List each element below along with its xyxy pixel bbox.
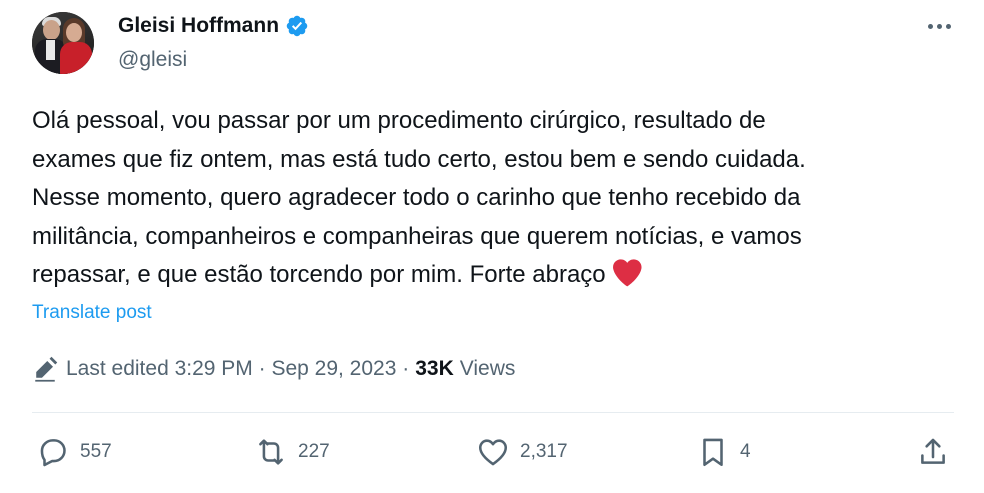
edit-history-row[interactable]: Last edited 3:29 PM · Sep 29, 2023 · 33K… xyxy=(32,356,515,382)
repost-icon xyxy=(259,439,283,465)
red-heart-emoji-icon xyxy=(612,259,642,287)
bookmark-button[interactable]: 4 xyxy=(696,430,751,474)
share-icon xyxy=(921,438,945,464)
bookmark-count: 4 xyxy=(740,441,751,462)
tweet-card: Gleisi Hoffmann @gleisi Olá pessoal, vou… xyxy=(0,0,984,493)
views-count: 33K xyxy=(415,357,454,380)
like-count: 2,317 xyxy=(520,441,568,462)
translate-post-link[interactable]: Translate post xyxy=(32,302,152,324)
reply-button[interactable]: 557 xyxy=(36,430,112,474)
divider xyxy=(32,412,954,413)
author-name[interactable]: Gleisi Hoffmann xyxy=(118,14,279,38)
views-label: Views xyxy=(459,357,516,380)
verified-badge-icon xyxy=(286,15,308,37)
avatar[interactable] xyxy=(32,12,94,74)
post-text-last-line: repassar, e que estão torcendo por mim. … xyxy=(32,256,962,295)
repost-count: 227 xyxy=(298,441,330,462)
post-text-line: repassar, e que estão torcendo por mim. … xyxy=(32,261,606,288)
post-text-line: militância, companheiros e companheiras … xyxy=(32,222,802,250)
edited-timestamp: Last edited 3:29 PM · Sep 29, 2023 · xyxy=(66,357,410,380)
author-name-row[interactable]: Gleisi Hoffmann xyxy=(118,14,309,38)
share-button[interactable] xyxy=(916,430,950,474)
pencil-icon xyxy=(35,356,58,382)
action-bar: 557 227 2,317 4 xyxy=(32,430,954,474)
bookmark-icon xyxy=(703,438,723,467)
reply-count: 557 xyxy=(80,441,112,462)
repost-button[interactable]: 227 xyxy=(254,430,330,474)
heart-icon xyxy=(478,439,508,466)
like-button[interactable]: 2,317 xyxy=(476,430,568,474)
post-text-line: exames que fiz ontem, mas está tudo cert… xyxy=(32,145,806,173)
post-text-line: Olá pessoal, vou passar por um procedime… xyxy=(32,107,766,134)
reply-icon xyxy=(40,439,66,467)
author-handle[interactable]: @gleisi xyxy=(118,48,187,72)
more-options-icon[interactable] xyxy=(924,14,954,38)
post-text-line: Nesse momento, quero agradecer todo o ca… xyxy=(32,184,801,211)
post-text: Olá pessoal, vou passar por um procedime… xyxy=(32,102,962,295)
